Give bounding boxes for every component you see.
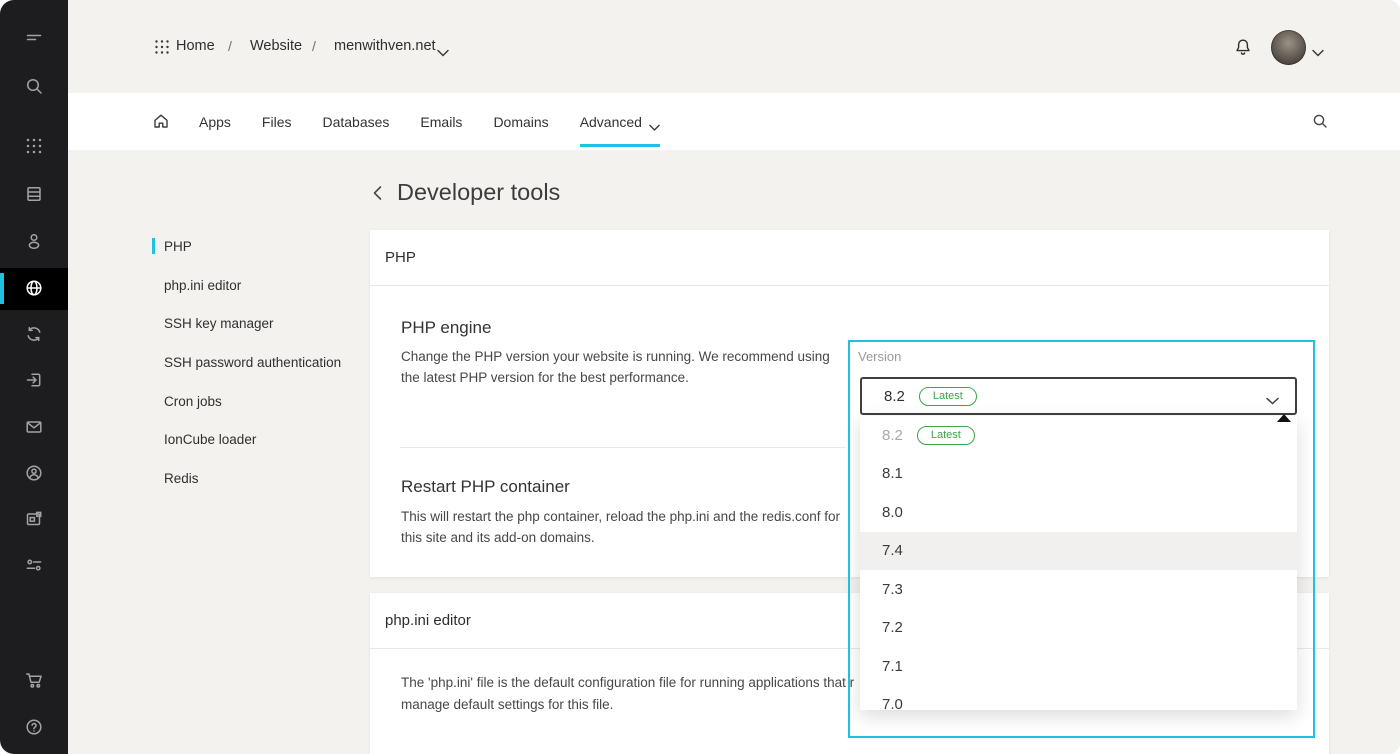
submenu-item-redis[interactable]: Redis (152, 459, 362, 498)
tab-domains[interactable]: Domains (493, 93, 548, 150)
cart-icon[interactable] (24, 670, 44, 690)
tab-files[interactable]: Files (262, 93, 292, 150)
search-icon[interactable] (24, 76, 44, 96)
breadcrumb-website[interactable]: Website (250, 38, 302, 54)
home-icon[interactable] (152, 112, 170, 130)
latest-badge: Latest (917, 426, 975, 445)
phpini-description-line1: The 'php.ini' file is the default config… (401, 672, 854, 693)
page-title: Developer tools (397, 179, 560, 206)
user-icon[interactable] (24, 231, 44, 251)
menu-icon[interactable] (24, 29, 44, 49)
submenu-item-ssh-key-manager[interactable]: SSH key manager (152, 304, 362, 343)
breadcrumb-separator: / (312, 38, 316, 54)
preferences-icon[interactable] (24, 555, 44, 575)
version-label: Version (858, 349, 901, 364)
version-option-7-3[interactable]: 7.3 (860, 570, 1297, 609)
notifications-bell-icon[interactable] (1234, 38, 1252, 57)
submenu-item-php[interactable]: PHP (152, 227, 362, 266)
breadcrumb-grid-icon[interactable] (154, 39, 170, 55)
developer-tools-submenu: PHP php.ini editor SSH key manager SSH p… (152, 227, 362, 498)
account-chevron-down-icon[interactable] (1312, 44, 1324, 52)
version-option-7-1[interactable]: 7.1 (860, 647, 1297, 686)
enter-icon[interactable] (24, 370, 44, 390)
app-window: Home / Website / menwithven.net Apps Fil… (0, 0, 1400, 754)
sync-icon[interactable] (24, 324, 44, 344)
submenu-item-ssh-password-auth[interactable]: SSH password authentication (152, 343, 362, 382)
back-chevron-icon[interactable] (372, 185, 383, 201)
select-chevron-down-icon (1266, 392, 1279, 400)
nav-search-icon[interactable] (1312, 113, 1328, 129)
php-version-dropdown: 8.2 Latest 8.1 8.0 7.4 7.3 7.2 7.1 7.0 (860, 416, 1297, 710)
phpini-description-line2: manage default settings for this file. (401, 694, 613, 715)
version-option-7-4[interactable]: 7.4 (860, 532, 1297, 571)
php-card-title: PHP (385, 230, 416, 285)
version-option-7-2[interactable]: 7.2 (860, 609, 1297, 648)
divider (370, 285, 1329, 286)
submenu-item-phpini-editor[interactable]: php.ini editor (152, 266, 362, 305)
sidebar-active-indicator (0, 273, 4, 304)
submenu-item-cron-jobs[interactable]: Cron jobs (152, 382, 362, 421)
divider (400, 447, 845, 448)
selected-version: 8.2 (884, 388, 905, 405)
breadcrumb-home[interactable]: Home (176, 38, 215, 54)
sidebar (0, 0, 68, 754)
tab-databases[interactable]: Databases (322, 93, 389, 150)
site-chevron-down-icon[interactable] (437, 44, 449, 52)
nav-tabs: Apps Files Databases Emails Domains Adva… (199, 93, 660, 150)
submenu-item-ioncube-loader[interactable]: IonCube loader (152, 420, 362, 459)
breadcrumb-separator: / (228, 38, 232, 54)
latest-badge: Latest (919, 387, 977, 406)
chevron-down-icon (649, 118, 660, 125)
apps-grid-icon[interactable] (24, 136, 44, 156)
restart-php-heading: Restart PHP container (401, 477, 570, 497)
version-option-8-2[interactable]: 8.2 Latest (860, 416, 1297, 455)
restart-php-description: This will restart the php container, rel… (401, 506, 859, 548)
php-version-select[interactable]: 8.2 Latest (860, 377, 1297, 415)
globe-icon[interactable] (24, 278, 44, 298)
php-engine-description: Change the PHP version your website is r… (401, 346, 849, 388)
version-option-8-0[interactable]: 8.0 (860, 493, 1297, 532)
user-avatar[interactable] (1271, 30, 1306, 65)
tab-emails[interactable]: Emails (420, 93, 462, 150)
version-option-8-1[interactable]: 8.1 (860, 455, 1297, 494)
account-circle-icon[interactable] (24, 463, 44, 483)
tab-apps[interactable]: Apps (199, 93, 231, 150)
phpini-card-title: php.ini editor (385, 593, 471, 648)
server-icon[interactable] (24, 184, 44, 204)
mail-icon[interactable] (24, 417, 44, 437)
site-card-icon[interactable] (24, 509, 44, 529)
tab-advanced[interactable]: Advanced (580, 93, 660, 150)
php-engine-heading: PHP engine (401, 318, 491, 338)
breadcrumb-site[interactable]: menwithven.net (334, 38, 436, 54)
help-icon[interactable] (24, 717, 44, 737)
dropdown-pointer (1277, 414, 1291, 422)
version-option-7-0[interactable]: 7.0 (860, 686, 1297, 711)
